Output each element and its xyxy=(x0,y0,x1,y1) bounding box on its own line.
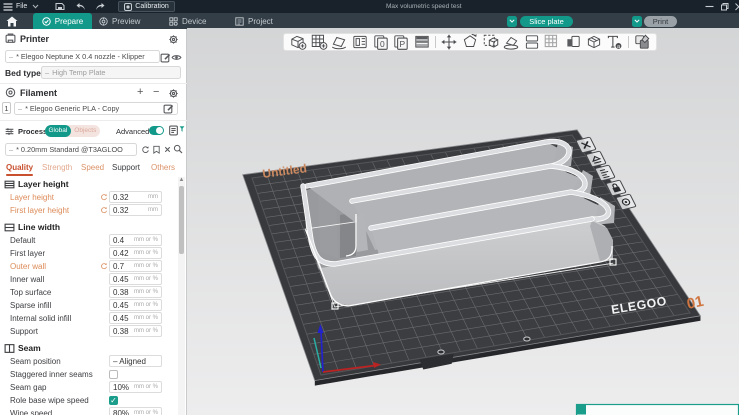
svg-text:P: P xyxy=(400,39,406,49)
svg-text:01: 01 xyxy=(685,293,705,313)
svg-text:0: 0 xyxy=(380,39,385,49)
